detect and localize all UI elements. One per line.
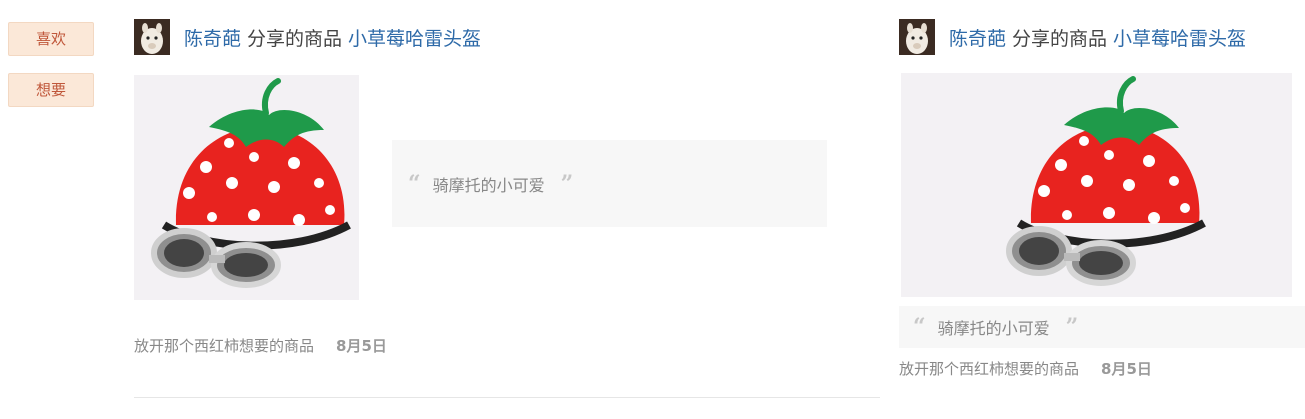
alpaca-avatar-icon <box>899 19 935 55</box>
close-quote-icon: ” <box>560 170 574 197</box>
want-button[interactable]: 想要 <box>8 73 94 107</box>
avatar[interactable] <box>134 19 170 55</box>
user-name-link[interactable]: 陈奇葩 <box>949 28 1006 50</box>
share-date: 8月5日 <box>336 337 387 355</box>
share-header: 陈奇葩 分享的商品 小草莓哈雷头盔 <box>134 19 481 55</box>
open-quote-icon: “ <box>408 170 421 197</box>
share-footer: 放开那个西红柿想要的商品 8月5日 <box>134 335 387 356</box>
close-quote-icon: ” <box>1065 314 1079 340</box>
quote-text: 骑摩托的小可爱 <box>937 319 1050 338</box>
quote-text: 骑摩托的小可爱 <box>432 175 545 195</box>
open-quote-icon: “ <box>913 314 926 340</box>
alpaca-avatar-icon <box>134 19 170 55</box>
quote-box: “ 骑摩托的小可爱 ” <box>899 306 1305 348</box>
shared-label: 分享的商品 <box>1012 27 1108 50</box>
avatar[interactable] <box>899 19 935 55</box>
product-name-link[interactable]: 小草莓哈雷头盔 <box>348 28 481 50</box>
divider <box>134 397 880 398</box>
product-image[interactable] <box>901 73 1292 297</box>
share-footer: 放开那个西红柿想要的商品 8月5日 <box>899 358 1152 379</box>
product-image[interactable] <box>134 75 359 300</box>
strawberry-helmet-image <box>901 73 1292 297</box>
shared-label: 分享的商品 <box>247 27 343 50</box>
quote-box: “ 骑摩托的小可爱 ” <box>392 140 827 227</box>
like-button[interactable]: 喜欢 <box>8 22 94 56</box>
wanted-by-link[interactable]: 放开那个西红柿想要的商品 <box>899 360 1079 378</box>
share-header: 陈奇葩 分享的商品 小草莓哈雷头盔 <box>899 19 1246 55</box>
wanted-by-link[interactable]: 放开那个西红柿想要的商品 <box>134 337 314 355</box>
strawberry-helmet-image <box>134 75 359 300</box>
share-date: 8月5日 <box>1101 360 1152 378</box>
user-name-link[interactable]: 陈奇葩 <box>184 28 241 50</box>
product-name-link[interactable]: 小草莓哈雷头盔 <box>1113 28 1246 50</box>
